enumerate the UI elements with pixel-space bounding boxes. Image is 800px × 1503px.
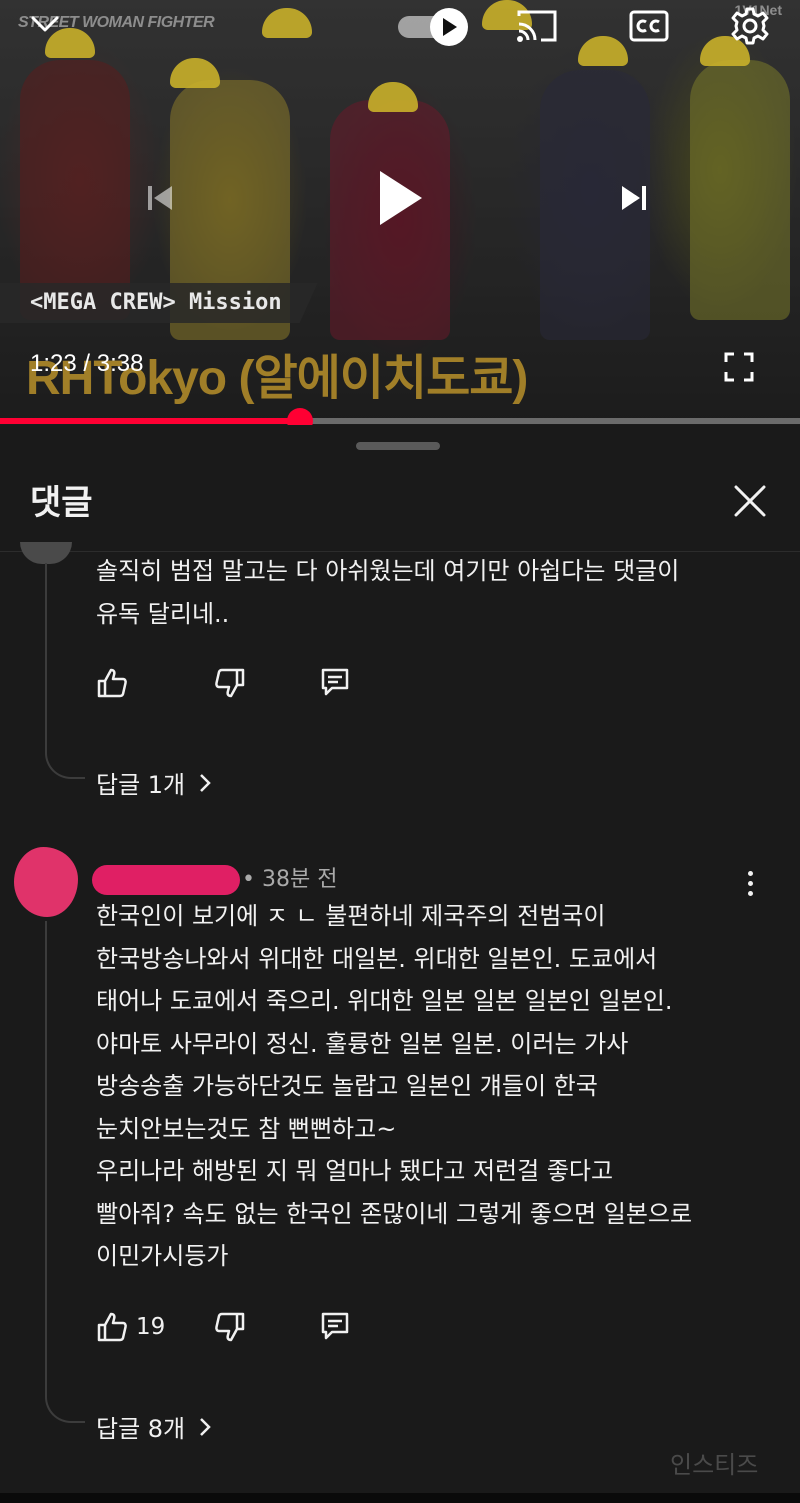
video-frame-figure	[690, 60, 790, 320]
progress-scrubber[interactable]	[287, 408, 313, 425]
thumbs-up-icon	[97, 668, 127, 698]
fullscreen-button[interactable]	[722, 350, 756, 384]
thumbs-up-icon	[97, 1312, 127, 1342]
video-player[interactable]: STREET WOMAN FIGHTER 1V1Net <MEGA CREW> …	[0, 0, 800, 425]
panel-title: 댓글	[30, 483, 93, 523]
play-button[interactable]	[370, 162, 430, 234]
view-replies-link[interactable]: 답글 1개	[96, 765, 211, 800]
like-button[interactable]: 19	[96, 1311, 165, 1343]
reply-button[interactable]	[320, 1311, 350, 1341]
captions-icon	[629, 10, 669, 42]
comment-text: 솔직히 범접 말고는 다 아쉬웠는데 여기만 아쉽다는 댓글이 유독 달리네..	[96, 557, 680, 628]
minimize-player-button[interactable]	[28, 10, 62, 38]
autoplay-toggle[interactable]	[398, 8, 474, 46]
play-icon	[443, 18, 457, 36]
thread-line	[45, 563, 47, 753]
close-icon	[734, 485, 766, 517]
play-icon	[380, 171, 422, 225]
previous-video-button[interactable]	[140, 176, 180, 220]
replies-label: 답글 1개	[96, 771, 186, 799]
comments-panel: 댓글 솔직히 범접 말고는 다 아쉬웠는데 여기만 아쉽다는 댓글이 유독 달리…	[0, 425, 800, 1503]
thumbs-down-icon	[215, 668, 245, 698]
next-video-button[interactable]	[614, 176, 654, 220]
video-frame-cap	[170, 58, 220, 88]
like-count: 19	[136, 1314, 166, 1340]
site-watermark: 인스티즈	[670, 1451, 759, 1479]
author-name-redacted[interactable]	[92, 865, 240, 895]
settings-button[interactable]	[728, 4, 772, 48]
like-button[interactable]	[96, 667, 136, 699]
chevron-down-icon	[31, 16, 59, 32]
comment-text: 한국인이 보기에 ㅈ ㄴ 불편하네 제국주의 전범국이 한국방송나와서 위대한 …	[96, 902, 693, 1270]
progress-fill	[0, 418, 300, 424]
autoplay-knob	[430, 8, 468, 46]
video-frame-cap	[262, 8, 312, 38]
reply-button[interactable]	[320, 667, 350, 697]
cast-icon	[517, 10, 557, 42]
chevron-right-icon	[200, 773, 211, 792]
thread-curve	[45, 1393, 85, 1423]
captions-button[interactable]	[628, 8, 670, 44]
mission-tag: <MEGA CREW> Mission	[0, 283, 318, 323]
thread-line	[45, 921, 47, 1397]
replies-label: 답글 8개	[96, 1415, 186, 1443]
video-frame-cap	[368, 82, 418, 112]
thread-curve	[45, 749, 85, 779]
bottom-bar	[0, 1493, 800, 1503]
previous-icon	[148, 186, 172, 210]
panel-drag-handle[interactable]	[356, 442, 440, 450]
dislike-button[interactable]	[214, 1311, 246, 1343]
reply-icon	[321, 1312, 349, 1340]
next-icon	[622, 186, 646, 210]
avatar[interactable]	[20, 542, 72, 564]
reply-icon	[321, 668, 349, 696]
more-vert-icon	[747, 880, 753, 886]
close-button[interactable]	[728, 479, 772, 523]
time-display: 1:23 / 3:38	[30, 350, 144, 377]
more-vert-icon	[747, 870, 753, 876]
progress-bar[interactable]	[0, 408, 800, 425]
cast-button[interactable]	[514, 6, 560, 46]
dislike-button[interactable]	[214, 667, 246, 699]
gear-icon	[731, 7, 769, 45]
comment-timestamp: • 38분 전	[242, 867, 338, 892]
chevron-right-icon	[200, 1417, 211, 1436]
video-frame-cap	[578, 36, 628, 66]
thumbs-down-icon	[215, 1312, 245, 1342]
video-frame-figure	[20, 60, 130, 320]
view-replies-link[interactable]: 답글 8개	[96, 1409, 211, 1444]
fullscreen-icon	[724, 352, 754, 382]
avatar[interactable]	[14, 847, 78, 917]
